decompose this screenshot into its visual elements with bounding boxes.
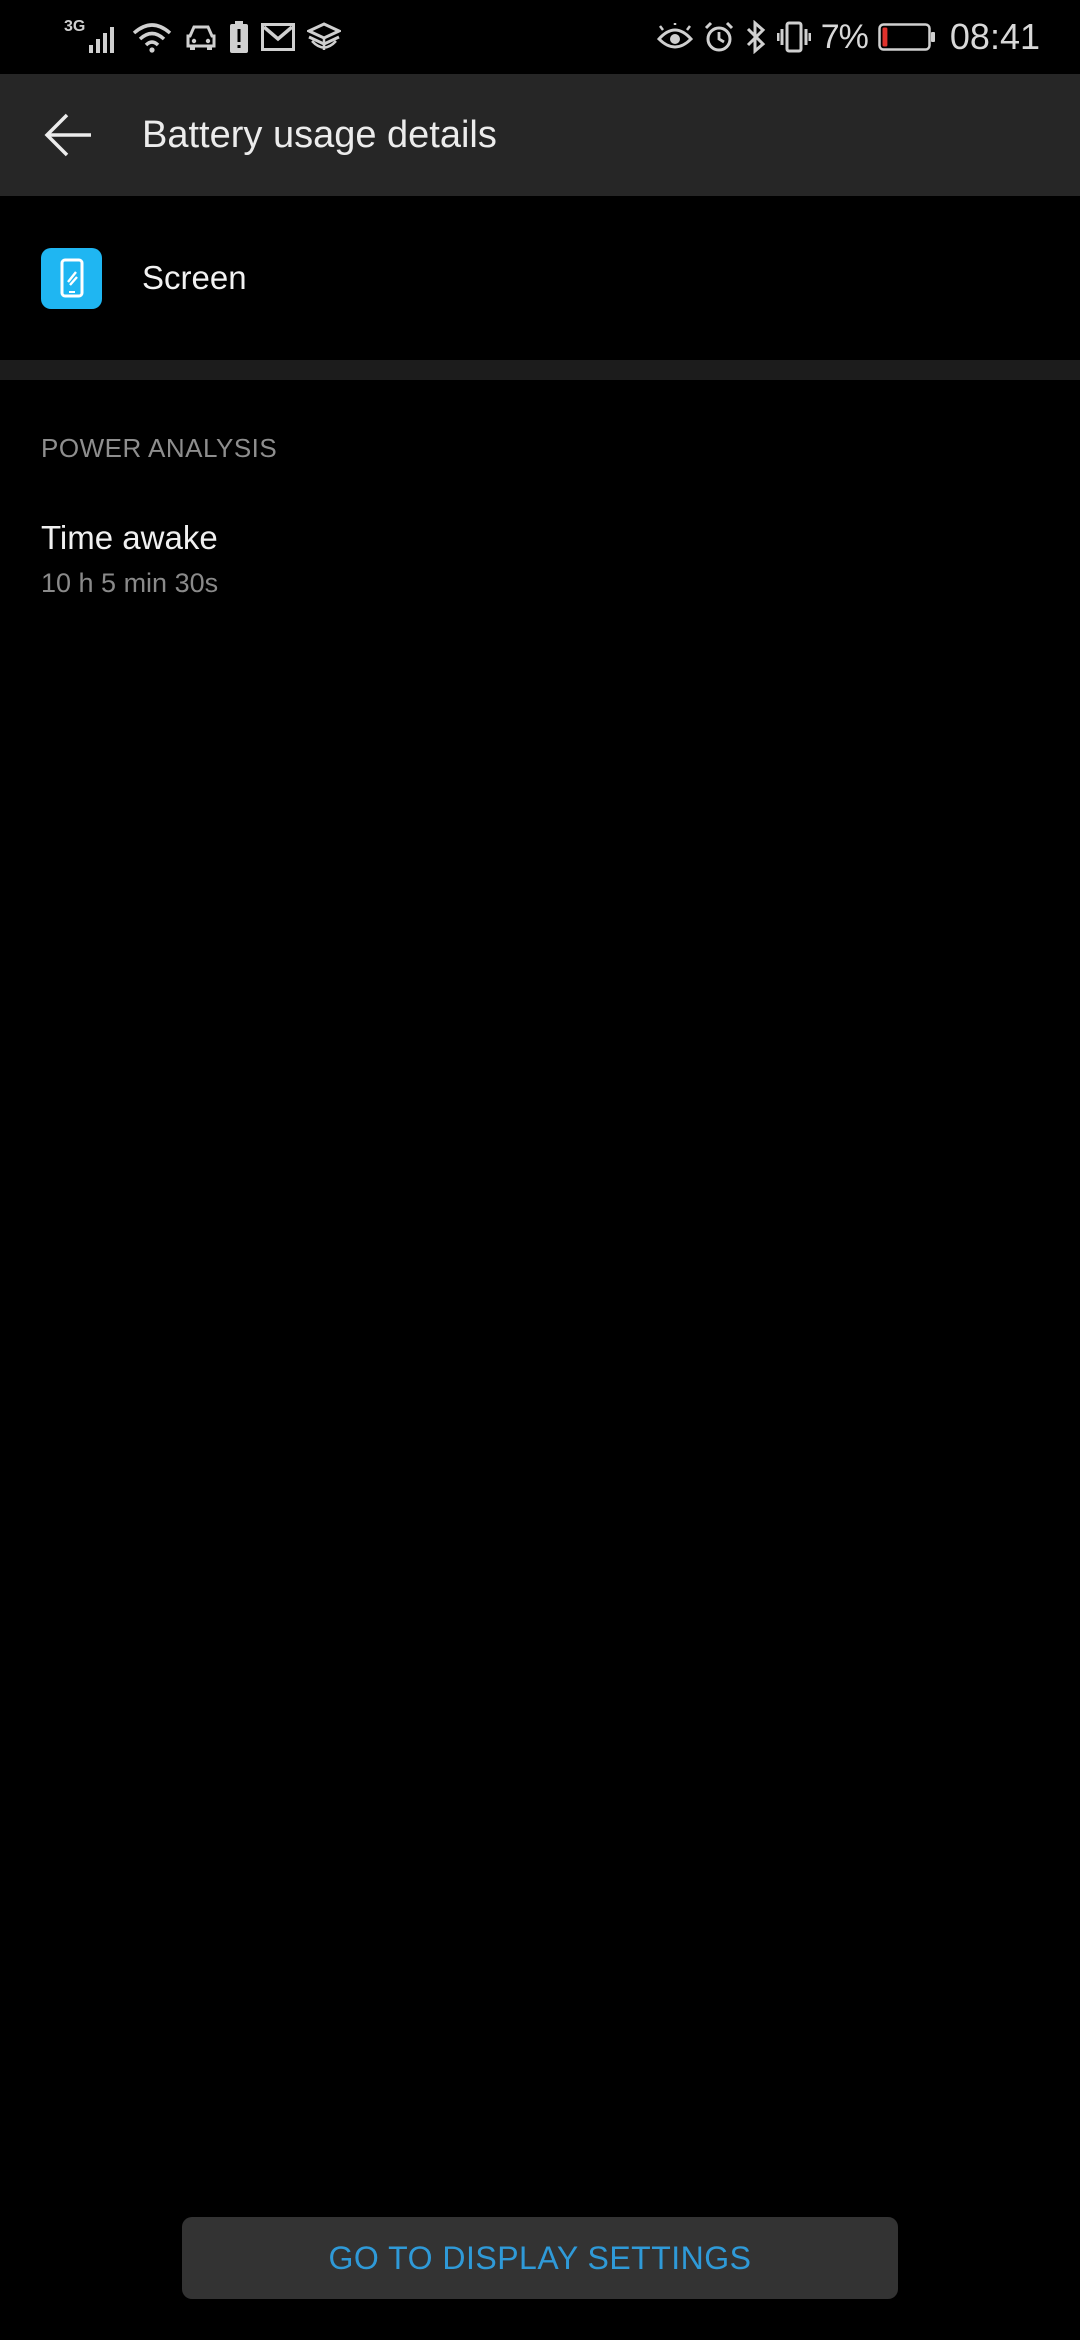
time-awake-label: Time awake [41, 519, 218, 556]
time-awake-value: 10 h 5 min 30s [41, 568, 219, 598]
network-type-label: 3G [64, 18, 86, 35]
bluetooth-icon [745, 20, 767, 54]
page-title: Battery usage details [142, 114, 497, 156]
go-to-display-settings-button[interactable]: GO TO DISPLAY SETTINGS [182, 2217, 898, 2299]
stack-icon [307, 22, 342, 52]
power-analysis-header: POWER ANALYSIS [41, 433, 278, 463]
car-icon [185, 22, 217, 52]
app-name: Screen [142, 259, 247, 296]
status-bar-right: 7% 08:41 [656, 14, 1040, 60]
app-row-screen: Screen [0, 196, 1080, 360]
status-bar-left: 3G [64, 14, 342, 60]
app-bar: Battery usage details [0, 74, 1080, 196]
clock-time: 08:41 [949, 16, 1040, 57]
back-arrow-icon [44, 113, 91, 157]
battery-alert-icon [229, 21, 249, 53]
wifi-icon [131, 21, 173, 53]
signal-icon [89, 21, 119, 53]
list-item-time-awake: Time awake 10 h 5 min 30s [41, 516, 1041, 602]
battery-percent: 7% [820, 17, 869, 56]
vibrate-icon [776, 21, 811, 53]
go-to-display-settings-label: GO TO DISPLAY SETTINGS [328, 2239, 752, 2276]
status-bar: 3G 7% 08:41 [0, 0, 1080, 74]
alarm-icon [703, 21, 735, 53]
battery-icon [878, 23, 936, 51]
screen-brightness-icon [41, 248, 102, 309]
back-button[interactable] [36, 102, 102, 168]
section-divider [0, 360, 1080, 380]
eye-icon [656, 23, 693, 51]
gmail-icon [261, 23, 296, 51]
